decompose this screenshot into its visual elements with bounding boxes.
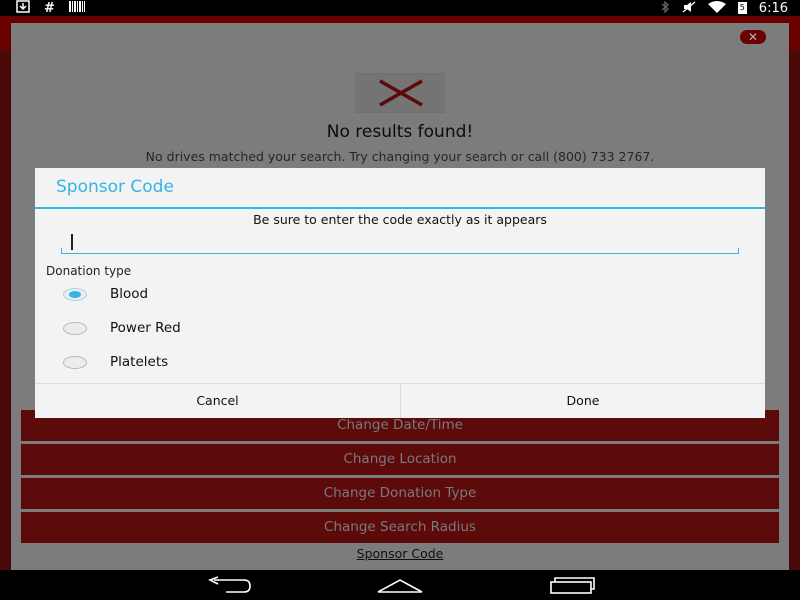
recents-icon[interactable] bbox=[549, 576, 595, 594]
no-results-icon bbox=[355, 73, 445, 113]
radio-label: Blood bbox=[110, 286, 149, 302]
mute-icon bbox=[682, 1, 696, 16]
radio-unchecked-icon[interactable] bbox=[63, 355, 87, 369]
sponsor-code-dialog: Sponsor Code Be sure to enter the code e… bbox=[35, 168, 765, 418]
screen: # 5 6:16 ✕ No results found! No drives m… bbox=[0, 0, 800, 600]
download-icon bbox=[16, 0, 30, 17]
home-icon[interactable] bbox=[376, 576, 424, 594]
radio-checked-icon[interactable] bbox=[63, 287, 87, 301]
back-icon[interactable] bbox=[206, 576, 252, 594]
change-donation-type-button[interactable]: Change Donation Type bbox=[21, 478, 779, 509]
bluetooth-icon bbox=[661, 0, 670, 16]
navigation-bar bbox=[0, 570, 800, 600]
status-bar: # 5 6:16 bbox=[0, 0, 800, 16]
wifi-icon bbox=[707, 0, 726, 16]
battery-level: 5 bbox=[739, 3, 745, 12]
cancel-button[interactable]: Cancel bbox=[35, 384, 400, 418]
no-results-message: No drives matched your search. Try chang… bbox=[145, 149, 655, 164]
text-cursor bbox=[71, 234, 73, 250]
dialog-title-divider bbox=[35, 207, 765, 209]
done-button[interactable]: Done bbox=[400, 384, 765, 418]
donation-type-label: Donation type bbox=[46, 264, 132, 278]
clock: 6:16 bbox=[758, 0, 788, 16]
radio-option-blood[interactable]: Blood bbox=[63, 282, 148, 306]
radio-unchecked-icon[interactable] bbox=[63, 321, 87, 335]
dialog-title: Sponsor Code bbox=[56, 177, 174, 197]
sponsor-code-link[interactable]: Sponsor Code bbox=[0, 546, 800, 561]
sponsor-code-input[interactable] bbox=[61, 232, 739, 254]
dialog-hint: Be sure to enter the code exactly as it … bbox=[253, 212, 547, 227]
radio-option-platelets[interactable]: Platelets bbox=[63, 350, 168, 374]
no-results-title: No results found! bbox=[326, 122, 474, 142]
radio-label: Power Red bbox=[110, 320, 181, 336]
input-underline-left bbox=[61, 248, 62, 254]
barcode-icon bbox=[68, 0, 85, 16]
hash-icon: # bbox=[44, 0, 55, 16]
input-underline-right bbox=[738, 248, 739, 254]
change-search-radius-button[interactable]: Change Search Radius bbox=[21, 512, 779, 543]
radio-label: Platelets bbox=[110, 354, 169, 370]
close-icon[interactable]: ✕ bbox=[740, 30, 766, 44]
battery-icon: 5 bbox=[737, 2, 747, 14]
change-location-button[interactable]: Change Location bbox=[21, 444, 779, 475]
radio-option-power-red[interactable]: Power Red bbox=[63, 316, 181, 340]
